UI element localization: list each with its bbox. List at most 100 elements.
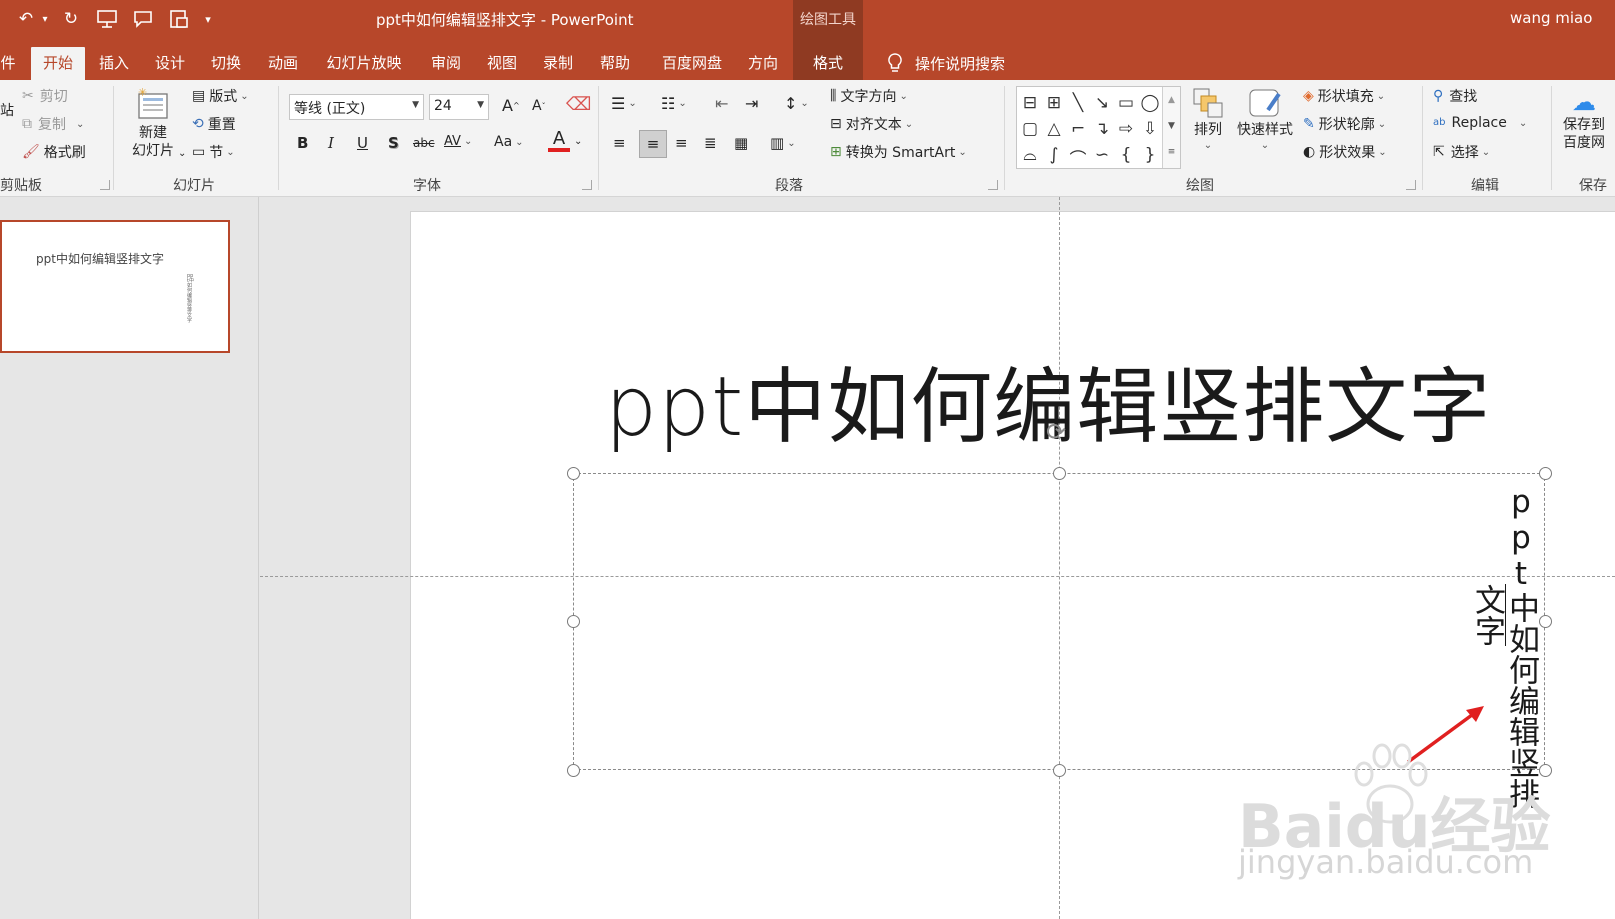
tab-view[interactable]: 视图 [477,47,527,80]
align-left-icon[interactable]: ≡ [613,134,626,152]
user-name[interactable]: wang miao [1510,9,1592,27]
shape-effects-button[interactable]: ◐ 形状效果 ⌄ [1303,142,1387,162]
resize-handle-bottom[interactable] [1053,764,1066,777]
elbow-arrow-shape-icon[interactable]: ↴ [1091,119,1113,139]
down-arrow-shape-icon[interactable]: ⇩ [1139,119,1161,139]
shapes-gallery[interactable]: ⊟ ⊞ ╲ ↘ ▭ ◯ ▢ △ ⌐ ↴ ⇨ ⇩ ⌓ ∫ ⌒ ∽ { } ▲ ▼ … [1016,86,1181,170]
rounded-rect-shape-icon[interactable]: ▢ [1019,119,1041,139]
tab-record[interactable]: 录制 [533,47,583,80]
font-launcher-icon[interactable] [582,180,592,190]
rectangle-shape-icon[interactable]: ▭ [1115,93,1137,113]
present-from-start-icon[interactable] [92,6,122,32]
character-spacing-button[interactable]: AV ⌄ [444,134,472,149]
resize-handle-left[interactable] [567,615,580,628]
quick-styles-button[interactable]: 快速样式 ⌄ [1234,86,1296,151]
redo-icon[interactable]: ↻ [58,6,84,32]
clipboard-launcher-icon[interactable] [100,180,110,190]
select-button[interactable]: ⇱ 选择 ⌄ [1433,142,1490,162]
resize-handle-bottom-left[interactable] [567,764,580,777]
cut-button[interactable]: ✂ 剪切 [22,86,68,106]
tell-me-search[interactable]: 操作说明搜索 [885,52,1005,74]
font-color-dropdown-icon[interactable]: ⌄ [574,136,582,147]
tab-insert[interactable]: 插入 [89,47,139,80]
right-brace-shape-icon[interactable]: } [1139,145,1161,165]
oval-shape-icon[interactable]: ◯ [1139,93,1161,113]
tab-design[interactable]: 设计 [145,47,195,80]
italic-button[interactable]: I [328,134,334,152]
resize-handle-top-right[interactable] [1539,467,1552,480]
strikethrough-button[interactable]: abc [413,136,435,150]
layout-button[interactable]: ▤ 版式 ⌄ [192,86,249,106]
bullets-button[interactable]: ☰ ⌄ [611,94,637,113]
increase-indent-icon[interactable]: ⇥ [745,94,758,113]
freeform-shape-icon[interactable]: ⌓ [1019,145,1041,165]
font-name-combo[interactable]: 等线 (正文) ▼ [289,94,424,120]
tab-slideshow[interactable]: 幻灯片放映 [322,47,406,80]
paragraph-launcher-icon[interactable] [988,180,998,190]
vertical-textbox-shape-icon[interactable]: ⊞ [1043,93,1065,113]
line-shape-icon[interactable]: ╲ [1067,93,1089,113]
align-right-icon[interactable]: ≡ [675,134,688,152]
tab-file[interactable]: 件 [0,47,16,80]
customize-qat-icon[interactable]: ▾ [200,6,216,32]
align-center-icon[interactable]: ≡ [639,130,667,158]
line-spacing-button[interactable]: ↕ ⌄ [784,94,809,113]
section-button[interactable]: ▭ 节 ⌄ [192,142,235,162]
chevron-up-icon[interactable]: ▲ [1163,87,1180,113]
tab-review[interactable]: 审阅 [421,47,471,80]
chevron-down-icon[interactable]: ▼ [477,100,484,110]
grow-font-button[interactable]: A ^ [502,96,520,115]
tab-format[interactable]: 格式 [798,47,858,80]
replace-button[interactable]: ab Replace ⌄ [1433,114,1527,132]
justify-icon[interactable]: ≣ [704,134,717,152]
reset-button[interactable]: ⟲ 重置 [192,114,236,134]
resize-handle-top-left[interactable] [567,467,580,480]
gallery-more-icon[interactable]: ≡ [1163,139,1180,165]
tab-direction[interactable]: 方向 [738,47,788,80]
gallery-scrollbar[interactable]: ▲ ▼ ≡ [1162,87,1180,168]
bold-button[interactable]: B [297,134,308,152]
chevron-down-icon[interactable]: ▼ [412,100,419,110]
format-painter-button[interactable]: 🖌 格式刷 [22,142,86,162]
right-arrow-shape-icon[interactable]: ⇨ [1115,119,1137,139]
tab-help[interactable]: 帮助 [590,47,640,80]
resize-handle-bottom-right[interactable] [1539,764,1552,777]
tab-transitions[interactable]: 切换 [201,47,251,80]
scribble-shape-icon[interactable]: ∫ [1043,145,1065,165]
font-size-combo[interactable]: 24 ▼ [429,94,489,120]
decrease-indent-icon[interactable]: ⇤ [715,94,728,113]
clear-formatting-icon[interactable]: ⌫ [566,94,591,115]
columns-button[interactable]: ▥ ⌄ [770,134,796,152]
arc-shape-icon[interactable]: ⌒ [1067,145,1089,170]
copy-button[interactable]: ⧉ 复制 ⌄ [22,114,84,134]
elbow-connector-shape-icon[interactable]: ⌐ [1067,119,1089,139]
find-button[interactable]: ⚲ 查找 [1433,86,1477,106]
comment-icon[interactable] [128,6,158,32]
rotate-handle-icon[interactable]: ⟳ [1046,418,1066,446]
slide-thumbnail[interactable]: ppt中如何编辑竖排文字 ppt中如何编辑竖排文字 [0,220,230,353]
distributed-icon[interactable]: ▦ [734,134,748,152]
undo-dropdown-icon[interactable]: ▾ [38,6,52,32]
arrow-line-shape-icon[interactable]: ↘ [1091,93,1113,113]
paste-button[interactable]: 站 [0,100,14,120]
align-text-button[interactable]: ⊟ 对齐文本 ⌄ [830,114,913,134]
new-slide-dropdown-icon[interactable]: ⌄ [178,148,186,159]
convert-smartart-button[interactable]: ⊞ 转换为 SmartArt ⌄ [830,142,967,162]
shrink-font-button[interactable]: Aˇ [532,98,546,114]
triangle-shape-icon[interactable]: △ [1043,119,1065,139]
tab-home[interactable]: 开始 [31,47,85,80]
touch-mode-icon[interactable] [164,6,194,32]
shape-fill-button[interactable]: ◈ 形状填充 ⌄ [1303,86,1385,106]
arrange-button[interactable]: 排列 ⌄ [1188,86,1228,151]
left-brace-shape-icon[interactable]: { [1115,145,1137,165]
drawing-launcher-icon[interactable] [1406,180,1416,190]
resize-handle-right[interactable] [1539,615,1552,628]
save-to-baidu-button[interactable]: ☁ 保存到 百度网 [1563,88,1605,152]
change-case-button[interactable]: Aa ⌄ [494,134,524,150]
undo-icon[interactable]: ↶ [12,6,40,32]
shape-outline-button[interactable]: ✎ 形状轮廓 ⌄ [1303,114,1386,134]
numbering-button[interactable]: ☷ ⌄ [661,94,687,113]
underline-button[interactable]: U [357,134,368,152]
text-shadow-button[interactable]: S [388,134,399,152]
tab-animations[interactable]: 动画 [258,47,308,80]
